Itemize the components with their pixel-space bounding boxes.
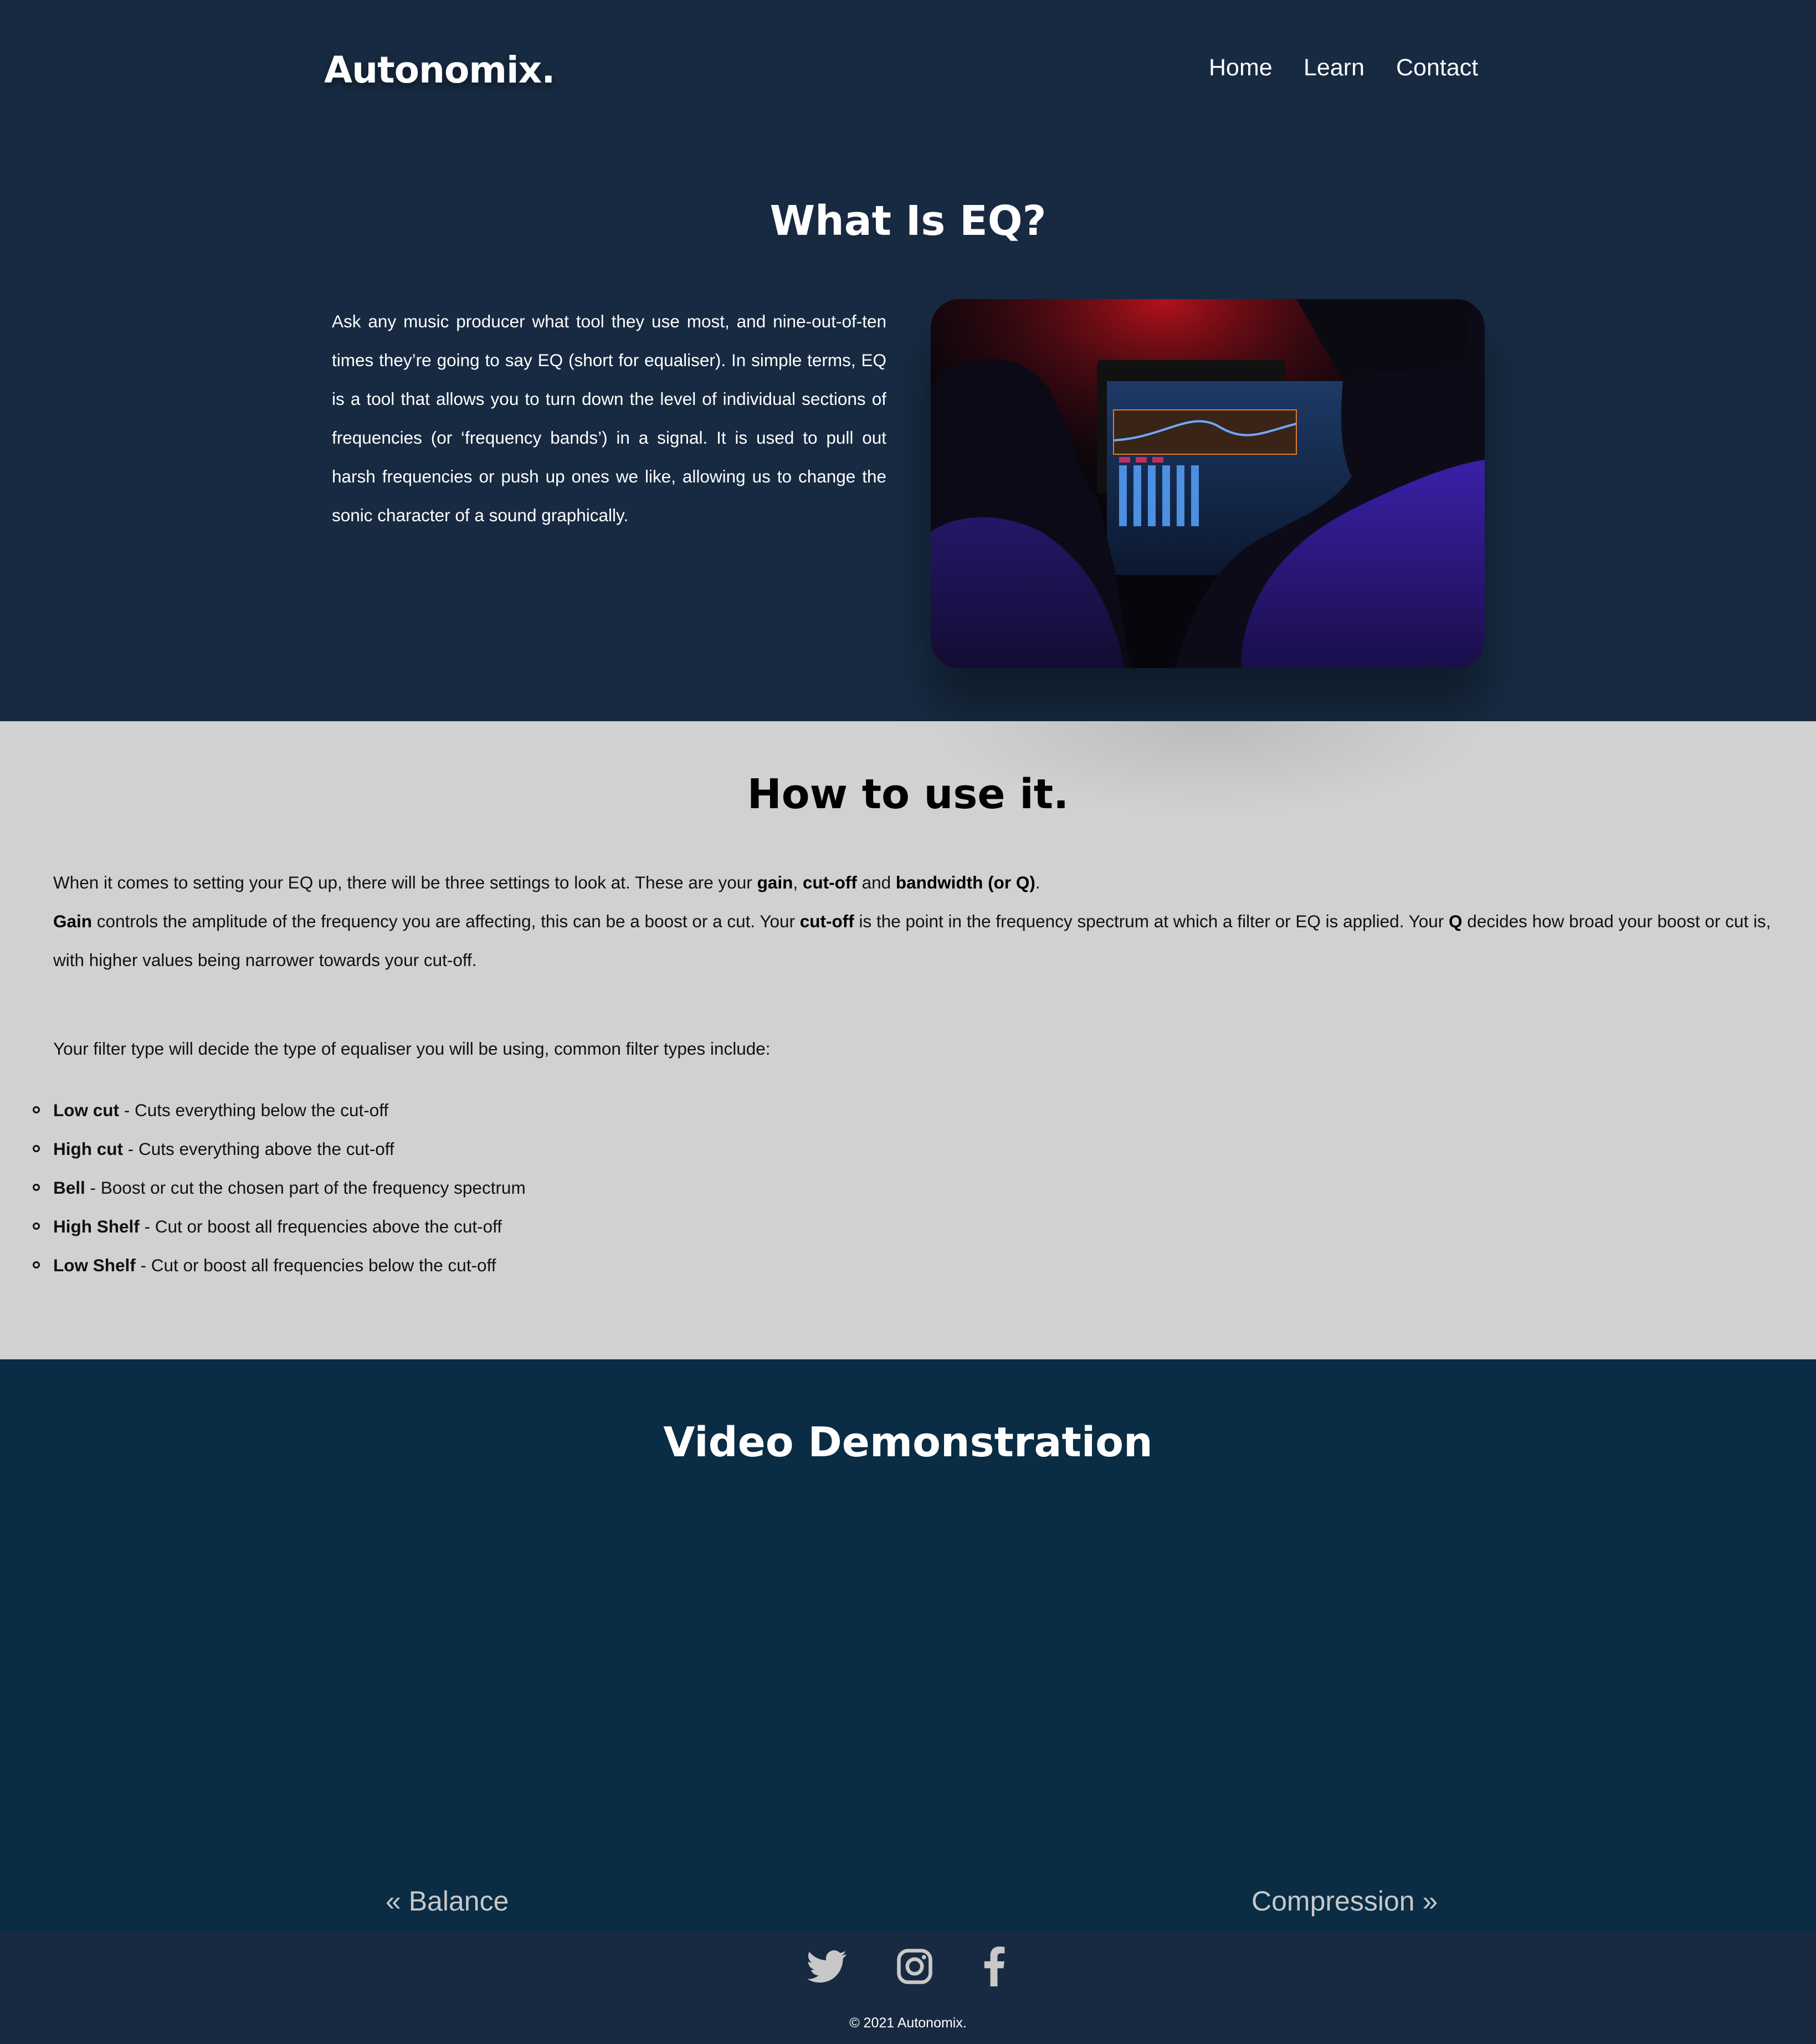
intro-text: Ask any music producer what tool they us… [332,311,886,525]
copyright: © 2021 Autonomix. [849,2015,967,2031]
nav-home[interactable]: Home [1209,54,1273,81]
intro-title: What Is EQ? [770,197,1046,245]
list-item: Low cut - Cuts everything below the cut-… [53,1100,389,1120]
facebook-icon[interactable] [975,1947,1015,1986]
twitter-icon[interactable] [807,1947,847,1986]
bullet-marker [33,1261,40,1268]
instagram-icon[interactable] [895,1947,935,1986]
gain-paragraph: Gain controls the amplitude of the frequ… [53,911,1771,970]
next-page-link[interactable]: Compression » [1251,1885,1438,1917]
how-title: How to use it. [747,771,1069,818]
bullet-marker [33,1145,40,1152]
list-item: High Shelf - Cut or boost all frequencie… [53,1216,502,1236]
list-item: Bell - Boost or cut the chosen part of t… [53,1178,526,1198]
intro-section [0,0,1816,721]
nav-learn[interactable]: Learn [1304,54,1364,81]
video-title: Video Demonstration [663,1419,1153,1466]
bullet-marker [33,1184,40,1191]
list-item: Low Shelf - Cut or boost all frequencies… [53,1255,496,1275]
eq-photo [931,299,1485,668]
settings-paragraph: When it comes to setting your EQ up, the… [53,872,1040,892]
prev-page-link[interactable]: « Balance [386,1885,509,1917]
nav-contact[interactable]: Contact [1396,54,1478,81]
bullet-marker [33,1223,40,1230]
site-logo[interactable]: Autonomix. [324,49,555,91]
bullet-marker [33,1106,40,1113]
filter-intro: Your filter type will decide the type of… [53,1039,771,1059]
list-item: High cut - Cuts everything above the cut… [53,1139,394,1159]
